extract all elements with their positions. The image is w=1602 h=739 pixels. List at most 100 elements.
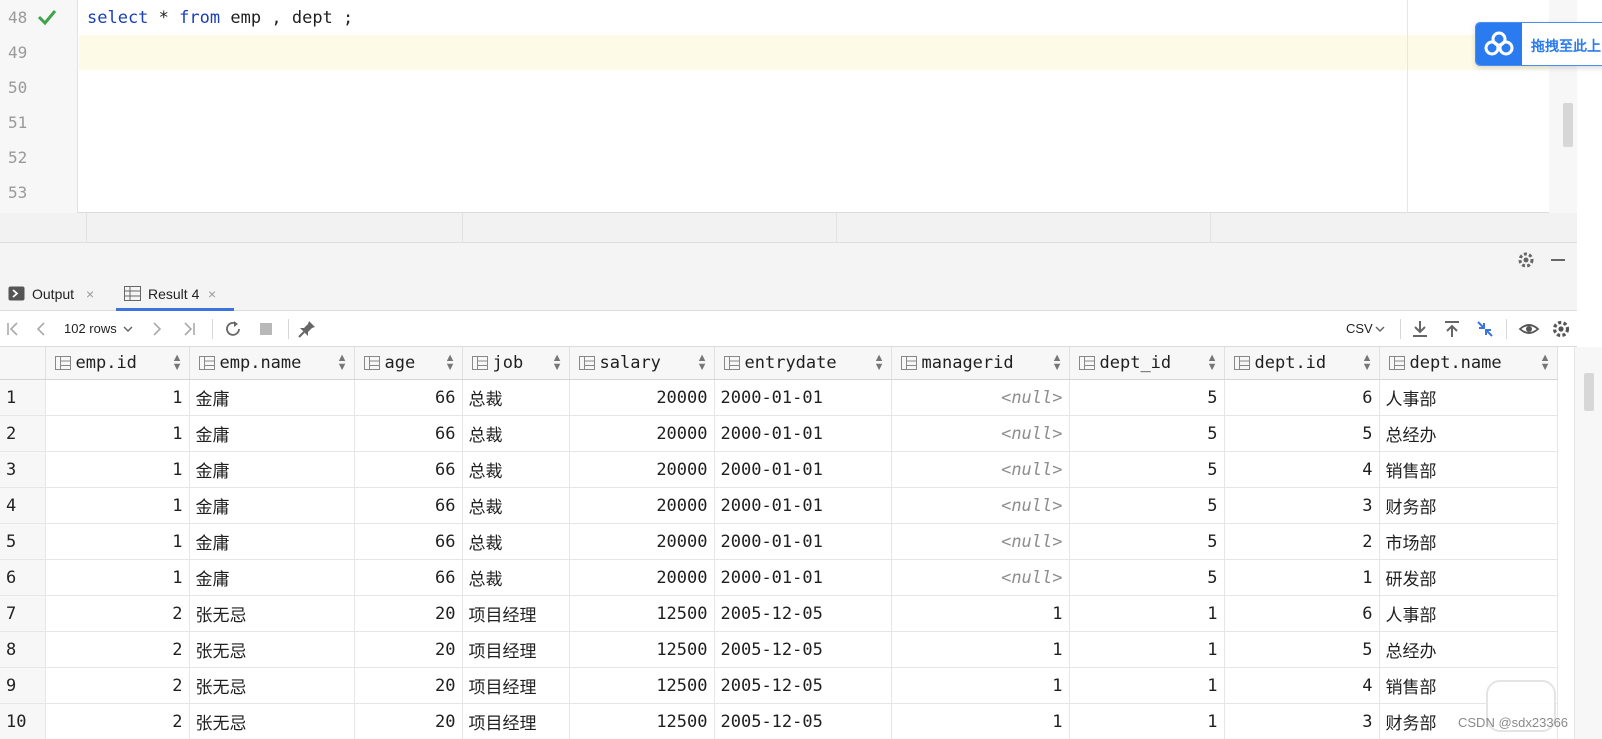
table-cell[interactable]: 5 bbox=[1069, 379, 1225, 416]
table-cell[interactable]: 12500 bbox=[569, 667, 715, 704]
table-cell[interactable]: 金庸 bbox=[189, 415, 355, 452]
code-line[interactable] bbox=[79, 140, 1577, 175]
code-line[interactable]: select * from emp , dept ; bbox=[79, 0, 1577, 35]
close-icon[interactable]: × bbox=[208, 286, 216, 302]
table-cell[interactable]: 2000-01-01 bbox=[714, 415, 892, 452]
row-number[interactable]: 3 bbox=[0, 451, 46, 488]
table-cell[interactable]: 2 bbox=[1224, 523, 1380, 560]
table-cell[interactable]: 总经办 bbox=[1379, 631, 1558, 668]
table-cell[interactable]: 金庸 bbox=[189, 523, 355, 560]
result-grid[interactable]: ▲ ▼ emp.id ▲ ▼ emp.name ▲ ▼ age ▲ ▼ job ▲ ▼ salary ▲ ▼ en… bbox=[0, 347, 1577, 739]
table-cell[interactable]: 20000 bbox=[569, 487, 715, 524]
sort-icon[interactable]: ▲ ▼ bbox=[1362, 353, 1373, 373]
table-cell[interactable]: 1 bbox=[45, 523, 190, 560]
table-cell[interactable]: 2 bbox=[45, 631, 190, 668]
table-cell[interactable]: 6 bbox=[1224, 595, 1380, 632]
table-row[interactable]: 8 2 张无忌 20 项目经理 12500 2005-12-05 1 1 5 总经办 bbox=[0, 631, 1558, 668]
download-icon[interactable] bbox=[1409, 318, 1431, 340]
table-cell[interactable]: 12500 bbox=[569, 703, 715, 739]
close-icon[interactable]: × bbox=[86, 286, 94, 302]
table-cell[interactable]: 5 bbox=[1069, 523, 1225, 560]
upload-icon[interactable] bbox=[1441, 318, 1463, 340]
table-cell[interactable]: 项目经理 bbox=[462, 703, 570, 739]
code-line[interactable] bbox=[79, 175, 1577, 210]
table-row[interactable]: 10 2 张无忌 20 项目经理 12500 2005-12-05 1 1 3 财务部 bbox=[0, 703, 1558, 739]
table-cell[interactable]: 1 bbox=[1069, 667, 1225, 704]
table-cell[interactable]: 市场部 bbox=[1379, 523, 1558, 560]
row-number[interactable]: 2 bbox=[0, 415, 46, 452]
table-cell[interactable]: 项目经理 bbox=[462, 595, 570, 632]
tab-output[interactable]: Output × bbox=[0, 277, 108, 311]
stop-icon[interactable] bbox=[255, 318, 277, 340]
table-cell[interactable]: 12500 bbox=[569, 595, 715, 632]
table-cell[interactable]: 66 bbox=[354, 451, 463, 488]
table-cell[interactable]: 2005-12-05 bbox=[714, 631, 892, 668]
table-cell[interactable]: 12500 bbox=[569, 631, 715, 668]
table-cell[interactable]: 金庸 bbox=[189, 487, 355, 524]
chevron-down-icon[interactable] bbox=[1373, 322, 1395, 344]
table-cell[interactable]: 6 bbox=[1224, 379, 1380, 416]
table-row[interactable]: 5 1 金庸 66 总裁 20000 2000-01-01 <null> 5 2 市场部 bbox=[0, 523, 1558, 560]
table-cell[interactable]: 3 bbox=[1224, 703, 1380, 739]
compare-icon[interactable] bbox=[1474, 318, 1496, 340]
sort-icon[interactable]: ▲ ▼ bbox=[1052, 353, 1063, 373]
sql-statement[interactable]: select * from emp , dept ; bbox=[87, 8, 353, 28]
table-cell[interactable]: 3 bbox=[1224, 487, 1380, 524]
grid-corner[interactable] bbox=[0, 347, 46, 380]
grid-scroll-thumb[interactable] bbox=[1584, 373, 1594, 411]
table-cell[interactable]: <null> bbox=[891, 487, 1070, 524]
table-cell[interactable]: 研发部 bbox=[1379, 559, 1558, 596]
table-cell[interactable]: 项目经理 bbox=[462, 667, 570, 704]
table-cell[interactable]: 2000-01-01 bbox=[714, 379, 892, 416]
column-header[interactable]: ▲ ▼ salary bbox=[569, 347, 715, 380]
table-cell[interactable]: 2 bbox=[45, 595, 190, 632]
table-cell[interactable]: 2 bbox=[45, 703, 190, 739]
table-cell[interactable]: 5 bbox=[1224, 631, 1380, 668]
export-format-dropdown[interactable]: CSV bbox=[1346, 321, 1373, 336]
table-cell[interactable]: 1 bbox=[45, 451, 190, 488]
table-cell[interactable]: 1 bbox=[1224, 559, 1380, 596]
row-number[interactable]: 8 bbox=[0, 631, 46, 668]
previous-page-icon[interactable] bbox=[30, 318, 52, 340]
table-row[interactable]: 2 1 金庸 66 总裁 20000 2000-01-01 <null> 5 5 总经办 bbox=[0, 415, 1558, 452]
refresh-icon[interactable] bbox=[222, 318, 244, 340]
table-cell[interactable]: 20 bbox=[354, 631, 463, 668]
table-cell[interactable]: 张无忌 bbox=[189, 703, 355, 739]
row-number[interactable]: 10 bbox=[0, 703, 46, 739]
table-row[interactable]: 1 1 金庸 66 总裁 20000 2000-01-01 <null> 5 6 人事部 bbox=[0, 379, 1558, 416]
column-header[interactable]: ▲ ▼ dept.id bbox=[1224, 347, 1380, 380]
table-cell[interactable]: 2000-01-01 bbox=[714, 487, 892, 524]
row-number[interactable]: 1 bbox=[0, 379, 46, 416]
table-cell[interactable]: 20000 bbox=[569, 523, 715, 560]
table-cell[interactable]: 张无忌 bbox=[189, 667, 355, 704]
table-cell[interactable]: 1 bbox=[1069, 631, 1225, 668]
table-cell[interactable]: 人事部 bbox=[1379, 379, 1558, 416]
table-cell[interactable]: 4 bbox=[1224, 451, 1380, 488]
sort-icon[interactable]: ▲ ▼ bbox=[1207, 353, 1218, 373]
table-row[interactable]: 3 1 金庸 66 总裁 20000 2000-01-01 <null> 5 4 销售部 bbox=[0, 451, 1558, 488]
chevron-down-icon[interactable] bbox=[121, 322, 143, 344]
table-cell[interactable]: 张无忌 bbox=[189, 595, 355, 632]
table-cell[interactable]: 总裁 bbox=[462, 451, 570, 488]
table-cell[interactable]: 1 bbox=[891, 703, 1070, 739]
table-cell[interactable]: 人事部 bbox=[1379, 595, 1558, 632]
table-cell[interactable]: 金庸 bbox=[189, 451, 355, 488]
row-number[interactable]: 7 bbox=[0, 595, 46, 632]
sort-icon[interactable]: ▲ ▼ bbox=[697, 353, 708, 373]
table-cell[interactable]: 1 bbox=[1069, 595, 1225, 632]
table-cell[interactable]: 2005-12-05 bbox=[714, 595, 892, 632]
table-cell[interactable]: 1 bbox=[45, 379, 190, 416]
table-cell[interactable]: 5 bbox=[1224, 415, 1380, 452]
table-cell[interactable]: 项目经理 bbox=[462, 631, 570, 668]
column-header[interactable]: ▲ ▼ dept_id bbox=[1069, 347, 1225, 380]
sort-icon[interactable]: ▲ ▼ bbox=[874, 353, 885, 373]
row-number[interactable]: 9 bbox=[0, 667, 46, 704]
table-cell[interactable]: 总裁 bbox=[462, 487, 570, 524]
table-cell[interactable]: 金庸 bbox=[189, 379, 355, 416]
table-cell[interactable]: <null> bbox=[891, 451, 1070, 488]
editor-scroll-thumb[interactable] bbox=[1563, 103, 1573, 147]
column-header[interactable]: ▲ ▼ emp.id bbox=[45, 347, 190, 380]
minimize-icon[interactable] bbox=[1548, 250, 1568, 270]
table-cell[interactable]: 5 bbox=[1069, 559, 1225, 596]
sql-editor[interactable]: 48 select * from emp , dept ; 49 50 51 52 53 bbox=[0, 0, 1577, 213]
